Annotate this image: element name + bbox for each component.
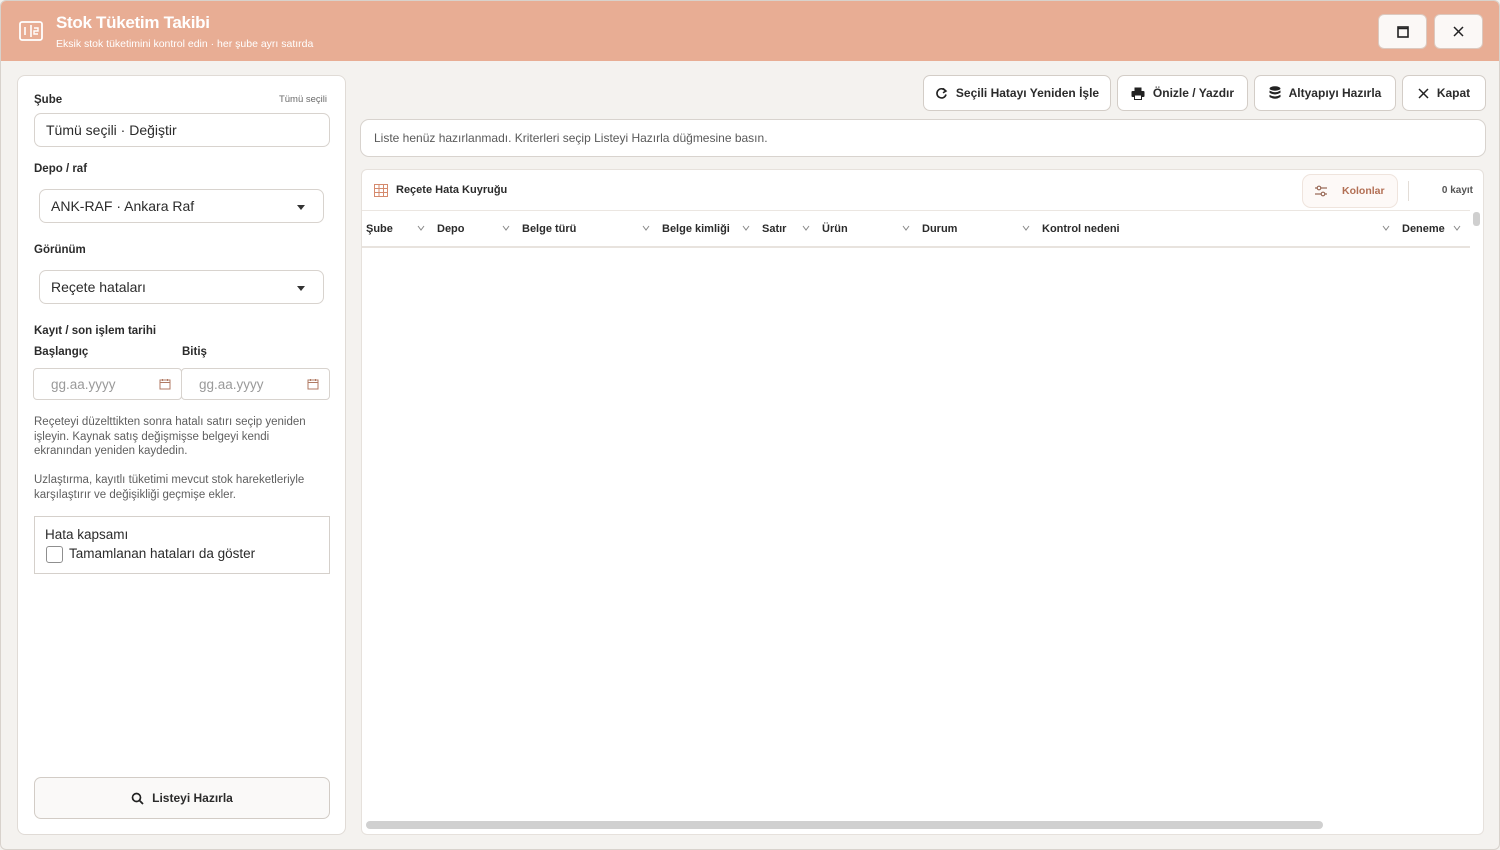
column-header-document-type[interactable]: Belge türü <box>522 223 576 235</box>
calendar-icon[interactable] <box>159 378 171 390</box>
branch-selector-value: Tümü seçili · Değiştir <box>46 122 177 138</box>
chevron-down-icon[interactable] <box>1453 225 1461 231</box>
help-text-reconcile: Uzlaştırma, kayıtlı tüketimi mevcut stok… <box>34 474 305 501</box>
window-title: Stok Tüketim Takibi <box>56 13 210 32</box>
window-subtitle: Eksik stok tüketimini kontrol edin · her… <box>56 38 314 50</box>
close-button-label: Kapat <box>1436 86 1471 100</box>
preview-print-label: Önizle / Yazdır <box>1152 86 1235 100</box>
error-scope-title: Hata kapsamı <box>45 527 129 542</box>
chevron-down-icon <box>297 286 305 291</box>
toolbar-divider <box>1408 181 1409 201</box>
filter-panel: Şube Tümü seçili Tümü seçili · Değiştir … <box>17 75 346 835</box>
status-notice: Liste henüz hazırlanmadı. Kriterleri seç… <box>360 119 1486 157</box>
error-queue-grid: Reçete Hata Kuyruğu Kolonlar 0 kayıt Şub… <box>361 169 1484 835</box>
grid-title: Reçete Hata Kuyruğu <box>396 184 508 196</box>
vertical-scrollbar[interactable] <box>1473 212 1480 226</box>
column-header-line[interactable]: Satır <box>762 223 786 235</box>
close-icon <box>1453 26 1464 37</box>
prepare-infrastructure-label: Altyapıyı Hazırla <box>1288 86 1382 100</box>
horizontal-scrollbar[interactable] <box>366 821 1323 829</box>
start-date-label: Başlangıç <box>34 346 89 358</box>
maximize-button[interactable] <box>1378 14 1427 49</box>
refresh-icon <box>936 87 948 99</box>
chevron-down-icon[interactable] <box>802 225 810 231</box>
record-count: 0 kayıt <box>1441 185 1473 196</box>
depot-select[interactable]: ANK-RAF · Ankara Raf <box>39 189 324 223</box>
date-section-label: Kayıt / son işlem tarihi <box>34 325 157 337</box>
end-date-input[interactable]: gg.aa.yyyy <box>181 368 330 400</box>
sliders-icon <box>1315 185 1327 197</box>
prepare-list-button[interactable]: Listeyi Hazırla <box>34 777 330 819</box>
start-date-input[interactable]: gg.aa.yyyy <box>33 368 182 400</box>
reprocess-selected-label: Seçili Hatayı Yeniden İşle <box>955 86 1100 100</box>
view-label: Görünüm <box>34 244 86 256</box>
database-icon <box>1269 86 1281 99</box>
chevron-down-icon[interactable] <box>742 225 750 231</box>
column-header-product[interactable]: Ürün <box>822 223 848 235</box>
column-header-depot[interactable]: Depo <box>437 223 465 235</box>
grid-header-row: Şube Depo Belge türü Belge kimliği Satır… <box>362 210 1470 248</box>
end-date-label: Bitiş <box>182 346 207 358</box>
search-icon <box>131 792 144 805</box>
window-close-button[interactable] <box>1434 14 1483 49</box>
chevron-down-icon[interactable] <box>502 225 510 231</box>
printer-icon <box>1131 87 1145 100</box>
chevron-down-icon[interactable] <box>902 225 910 231</box>
chevron-down-icon[interactable] <box>1382 225 1390 231</box>
calendar-icon[interactable] <box>307 378 319 390</box>
depot-label: Depo / raf <box>34 163 88 175</box>
status-notice-text: Liste henüz hazırlanmadı. Kriterleri seç… <box>374 131 768 145</box>
column-header-document-id[interactable]: Belge kimliği <box>662 223 730 235</box>
app-icon <box>19 21 43 41</box>
chevron-down-icon <box>297 205 305 210</box>
chevron-down-icon[interactable] <box>642 225 650 231</box>
app-window: Stok Tüketim Takibi Eksik stok tüketimin… <box>0 0 1500 850</box>
column-header-branch[interactable]: Şube <box>366 223 393 235</box>
view-select[interactable]: Reçete hataları <box>39 270 324 304</box>
column-header-attempt[interactable]: Deneme <box>1402 223 1445 235</box>
column-header-status[interactable]: Durum <box>922 223 957 235</box>
close-button[interactable]: Kapat <box>1402 75 1486 111</box>
prepare-infrastructure-button[interactable]: Altyapıyı Hazırla <box>1254 75 1396 111</box>
help-text-reprocess: Reçeteyi düzelttikten sonra hatalı satır… <box>34 416 306 457</box>
chevron-down-icon[interactable] <box>1022 225 1030 231</box>
chevron-down-icon[interactable] <box>417 225 425 231</box>
reprocess-selected-button[interactable]: Seçili Hatayı Yeniden İşle <box>923 75 1111 111</box>
view-select-value: Reçete hataları <box>51 279 146 295</box>
column-header-check-reason[interactable]: Kontrol nedeni <box>1042 223 1120 235</box>
start-date-placeholder: gg.aa.yyyy <box>51 376 116 392</box>
show-completed-label[interactable]: Tamamlanan hataları da göster <box>69 546 255 561</box>
table-icon <box>374 184 388 197</box>
branch-label: Şube <box>34 94 63 106</box>
depot-select-value: ANK-RAF · Ankara Raf <box>51 198 195 214</box>
end-date-placeholder: gg.aa.yyyy <box>199 376 264 392</box>
show-completed-checkbox[interactable] <box>46 546 63 563</box>
maximize-icon <box>1396 25 1409 38</box>
preview-print-button[interactable]: Önizle / Yazdır <box>1117 75 1248 111</box>
columns-button[interactable]: Kolonlar <box>1302 174 1398 208</box>
branch-selector[interactable]: Tümü seçili · Değiştir <box>34 113 330 147</box>
close-icon <box>1418 87 1429 99</box>
error-scope-group: Hata kapsamı Tamamlanan hataları da göst… <box>34 516 330 574</box>
columns-button-label: Kolonlar <box>1342 185 1385 197</box>
prepare-list-label: Listeyi Hazırla <box>152 791 233 805</box>
title-bar: Stok Tüketim Takibi Eksik stok tüketimin… <box>1 1 1499 61</box>
branch-hint: Tümü seçili <box>278 94 327 105</box>
